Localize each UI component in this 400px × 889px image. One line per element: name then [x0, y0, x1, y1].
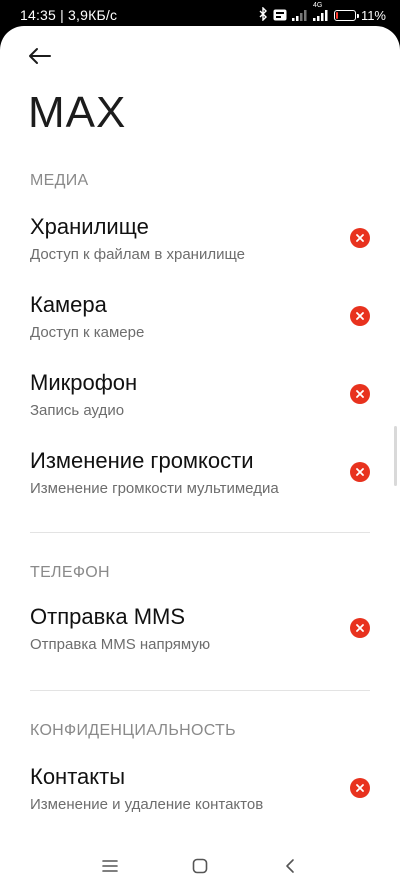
permission-subtitle: Изменение и удаление контактов	[30, 796, 264, 813]
permission-item-volume[interactable]: Изменение громкости Изменение громкости …	[0, 448, 400, 518]
denied-x-icon	[350, 306, 370, 326]
status-time-speed: 14:35 | 3,9КБ/с	[20, 7, 118, 23]
denied-x-icon	[350, 618, 370, 638]
page-title: MAX	[28, 88, 127, 137]
permission-subtitle: Отправка MMS напрямую	[30, 636, 211, 653]
wifi-signal-icon: 4G	[312, 2, 329, 24]
permission-subtitle: Доступ к файлам в хранилище	[30, 246, 245, 263]
permission-title: Контакты	[30, 764, 126, 789]
signal-icon	[291, 8, 308, 24]
system-nav-bar	[0, 841, 400, 889]
permission-item-mms[interactable]: Отправка MMS Отправка MMS напрямую	[0, 604, 400, 674]
back-icon[interactable]	[279, 855, 301, 877]
battery-icon	[333, 10, 359, 21]
permission-title: Изменение громкости	[30, 448, 254, 473]
permission-title: Камера	[30, 292, 107, 317]
permission-title: Хранилище	[30, 214, 149, 239]
permission-item-contacts[interactable]: Контакты Изменение и удаление контактов	[0, 764, 400, 834]
battery-level-fill	[335, 12, 338, 19]
section-divider	[30, 532, 370, 533]
app-permissions-sheet: MAX МЕДИА Хранилище Доступ к файлам в хр…	[0, 26, 400, 889]
menu-icon[interactable]	[99, 855, 121, 877]
denied-x-icon	[350, 384, 370, 404]
section-label-media: МЕДИА	[30, 172, 89, 189]
permission-subtitle: Запись аудио	[30, 402, 125, 419]
denied-x-icon	[350, 778, 370, 798]
permission-item-storage[interactable]: Хранилище Доступ к файлам в хранилище	[0, 214, 400, 284]
battery-percent: 11%	[360, 8, 386, 23]
permission-item-camera[interactable]: Камера Доступ к камере	[0, 292, 400, 362]
back-button[interactable]	[22, 42, 58, 70]
permission-title: Отправка MMS	[30, 604, 186, 629]
section-label-privacy: КОНФИДЕНЦИАЛЬНОСТЬ	[30, 722, 236, 739]
permission-title: Микрофон	[30, 370, 138, 395]
home-icon[interactable]	[189, 855, 211, 877]
permission-subtitle: Доступ к камере	[30, 324, 145, 341]
network-type: 4G	[312, 1, 323, 9]
section-label-phone: ТЕЛЕФОН	[30, 564, 110, 581]
denied-x-icon	[350, 228, 370, 248]
denied-x-icon	[350, 462, 370, 482]
permission-item-microphone[interactable]: Микрофон Запись аудио	[0, 370, 400, 440]
permission-subtitle: Изменение громкости мультимедиа	[30, 480, 279, 497]
scrollbar[interactable]	[394, 426, 397, 486]
section-divider	[30, 690, 370, 691]
arrow-left-icon	[29, 48, 51, 64]
status-icons: 4G 11%	[259, 2, 386, 24]
bluetooth-icon	[259, 6, 268, 24]
vpn-icon	[273, 8, 287, 24]
